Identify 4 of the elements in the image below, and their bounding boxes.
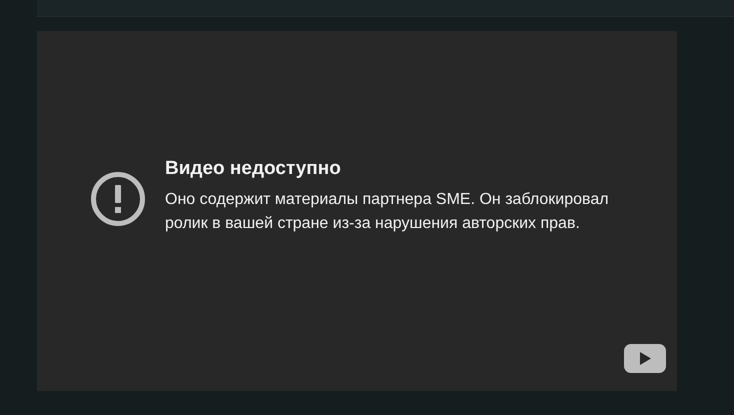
play-logo-icon[interactable]	[624, 344, 666, 373]
error-message: Оно содержит материалы партнера SME. Он заблокировал ролик в вашей стране из-за нарушения авторских прав.	[165, 190, 610, 234]
error-title: Видео недоступно	[165, 158, 341, 180]
alert-icon	[90, 171, 146, 227]
